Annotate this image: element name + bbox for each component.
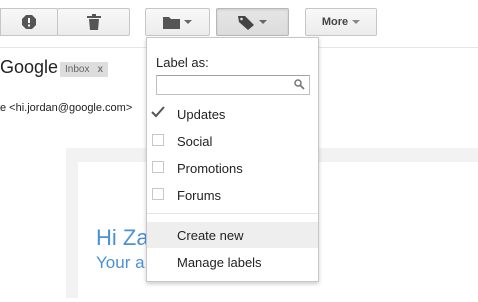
search-icon [294, 79, 305, 90]
manage-labels-item[interactable]: Manage labels [147, 249, 318, 275]
label-search-input[interactable] [157, 76, 295, 94]
label-option-updates[interactable]: Updates [147, 101, 318, 128]
label-option-text: Updates [177, 107, 226, 122]
label-option-text: Social [177, 134, 213, 149]
chevron-down-icon [184, 20, 192, 24]
remove-label-button[interactable]: x [97, 62, 103, 77]
label-tag-icon [238, 15, 254, 30]
label-option-forums[interactable]: Forums [147, 182, 318, 209]
label-search-box [156, 75, 310, 95]
more-button[interactable]: More [305, 8, 377, 36]
menu-title: Label as: [156, 55, 209, 70]
label-chip-inbox: Inbox x [60, 62, 109, 77]
sender-line: e <hi.jordan@google.com> [0, 102, 133, 114]
create-new-label-item[interactable]: Create new [147, 222, 318, 248]
more-label: More [321, 16, 349, 28]
report-spam-icon [22, 15, 36, 29]
report-spam-button[interactable] [0, 8, 58, 36]
checkmark-icon [151, 106, 165, 119]
trash-icon [86, 14, 101, 30]
checkbox[interactable] [152, 161, 164, 173]
folder-icon [163, 16, 180, 29]
menu-divider [147, 213, 318, 214]
labels-button[interactable] [216, 8, 289, 36]
move-to-button[interactable] [145, 8, 210, 36]
label-option-text: Forums [177, 188, 222, 203]
email-subject: Google [0, 57, 59, 77]
checkbox[interactable] [152, 188, 164, 200]
label-option-text: Promotions [177, 161, 243, 176]
menu-item-label: Create new [177, 228, 244, 243]
label-chip-text: Inbox [65, 64, 90, 75]
label-option-promotions[interactable]: Promotions [147, 155, 318, 182]
chevron-down-icon [259, 20, 267, 24]
chevron-down-icon [352, 20, 361, 24]
label-as-menu: Label as: Updates Social Promotions Foru… [146, 37, 319, 282]
delete-button[interactable] [57, 8, 130, 36]
checkbox[interactable] [152, 134, 164, 146]
email-greeting: Hi Za [96, 225, 149, 250]
label-option-social[interactable]: Social [147, 128, 318, 155]
menu-item-label: Manage labels [177, 255, 262, 270]
email-subline: Your a [96, 253, 145, 272]
